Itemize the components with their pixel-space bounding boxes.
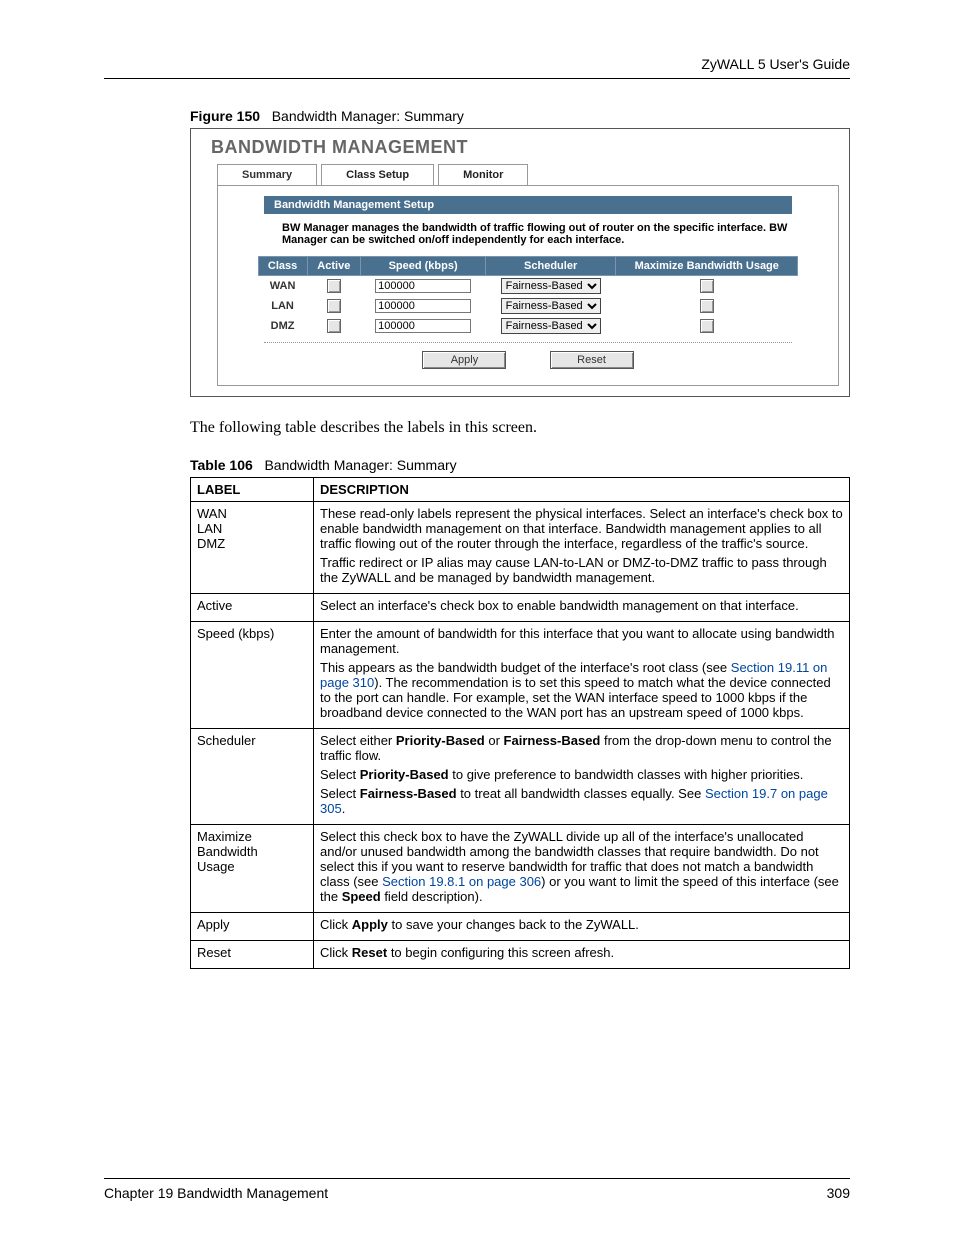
- scheduler-select[interactable]: Fairness-Based: [501, 278, 601, 294]
- tab-class-setup[interactable]: Class Setup: [321, 164, 434, 185]
- cell-description: Select an interface's check box to enabl…: [314, 594, 850, 622]
- tab-summary[interactable]: Summary: [217, 164, 317, 185]
- speed-input[interactable]: [375, 279, 471, 293]
- tab-monitor[interactable]: Monitor: [438, 164, 528, 185]
- maximize-checkbox[interactable]: [700, 299, 714, 313]
- table-row: ApplyClick Apply to save your changes ba…: [191, 913, 850, 941]
- screenshot-panel: BANDWIDTH MANAGEMENT Summary Class Setup…: [190, 128, 850, 397]
- table-row: ActiveSelect an interface's check box to…: [191, 594, 850, 622]
- table-row: LAN Fairness-Based: [258, 296, 798, 316]
- apply-button[interactable]: Apply: [422, 351, 506, 369]
- page-footer: Chapter 19 Bandwidth Management 309: [104, 1178, 850, 1201]
- scheduler-select[interactable]: Fairness-Based: [501, 298, 601, 314]
- cross-ref-link[interactable]: Section 19.11 on page 310: [320, 660, 827, 690]
- cross-ref-link[interactable]: Section 19.8.1 on page 306: [382, 874, 541, 889]
- tab-bar: Summary Class Setup Monitor: [217, 164, 839, 186]
- cell-class: DMZ: [258, 316, 307, 336]
- cell-label: MaximizeBandwidthUsage: [191, 825, 314, 913]
- table-row: DMZ Fairness-Based: [258, 316, 798, 336]
- col-max: Maximize Bandwidth Usage: [616, 257, 798, 276]
- cell-label: Reset: [191, 941, 314, 969]
- description-table: LABEL DESCRIPTION WANLANDMZThese read-on…: [190, 477, 850, 969]
- maximize-checkbox[interactable]: [700, 319, 714, 333]
- cell-description: These read-only labels represent the phy…: [314, 502, 850, 594]
- cell-label: Speed (kbps): [191, 622, 314, 729]
- col-active: Active: [307, 257, 360, 276]
- desc-col-label: LABEL: [191, 478, 314, 502]
- cell-label: WANLANDMZ: [191, 502, 314, 594]
- section-description: BW Manager manages the bandwidth of traf…: [282, 222, 792, 246]
- speed-input[interactable]: [375, 299, 471, 313]
- cell-description: Select either Priority-Based or Fairness…: [314, 729, 850, 825]
- scheduler-select[interactable]: Fairness-Based: [501, 318, 601, 334]
- cell-description: Click Apply to save your changes back to…: [314, 913, 850, 941]
- table-label: Table 106: [190, 457, 253, 473]
- tab-page: Bandwidth Management Setup BW Manager ma…: [217, 186, 839, 386]
- cell-description: Select this check box to have the ZyWALL…: [314, 825, 850, 913]
- bandwidth-table: Class Active Speed (kbps) Scheduler Maxi…: [258, 256, 799, 336]
- table-row: WANLANDMZThese read-only labels represen…: [191, 502, 850, 594]
- active-checkbox[interactable]: [327, 299, 341, 313]
- cell-label: Active: [191, 594, 314, 622]
- active-checkbox[interactable]: [327, 319, 341, 333]
- col-class: Class: [258, 257, 307, 276]
- header-rule: [104, 78, 850, 79]
- separator: [264, 342, 792, 343]
- table-row: MaximizeBandwidthUsageSelect this check …: [191, 825, 850, 913]
- active-checkbox[interactable]: [327, 279, 341, 293]
- cell-label: Scheduler: [191, 729, 314, 825]
- button-row: Apply Reset: [234, 351, 822, 369]
- desc-col-description: DESCRIPTION: [314, 478, 850, 502]
- table-title: Bandwidth Manager: Summary: [264, 457, 456, 473]
- table-row: ResetClick Reset to begin configuring th…: [191, 941, 850, 969]
- col-scheduler: Scheduler: [486, 257, 616, 276]
- figure-label: Figure 150: [190, 108, 260, 124]
- table-row: SchedulerSelect either Priority-Based or…: [191, 729, 850, 825]
- figure-title: Bandwidth Manager: Summary: [272, 108, 464, 124]
- table-row: Speed (kbps)Enter the amount of bandwidt…: [191, 622, 850, 729]
- reset-button[interactable]: Reset: [550, 351, 634, 369]
- col-speed: Speed (kbps): [361, 257, 486, 276]
- body-paragraph: The following table describes the labels…: [190, 419, 850, 437]
- cell-description: Enter the amount of bandwidth for this i…: [314, 622, 850, 729]
- cell-label: Apply: [191, 913, 314, 941]
- maximize-checkbox[interactable]: [700, 279, 714, 293]
- section-header: Bandwidth Management Setup: [264, 196, 792, 214]
- footer-left: Chapter 19 Bandwidth Management: [104, 1185, 328, 1201]
- table-row: WAN Fairness-Based: [258, 276, 798, 297]
- figure-caption: Figure 150 Bandwidth Manager: Summary: [190, 108, 850, 124]
- footer-right: 309: [827, 1185, 850, 1201]
- cell-class: LAN: [258, 296, 307, 316]
- running-header: ZyWALL 5 User's Guide: [701, 56, 850, 72]
- panel-title: BANDWIDTH MANAGEMENT: [197, 135, 843, 164]
- cell-class: WAN: [258, 276, 307, 297]
- table-caption: Table 106 Bandwidth Manager: Summary: [190, 457, 850, 473]
- cell-description: Click Reset to begin configuring this sc…: [314, 941, 850, 969]
- speed-input[interactable]: [375, 319, 471, 333]
